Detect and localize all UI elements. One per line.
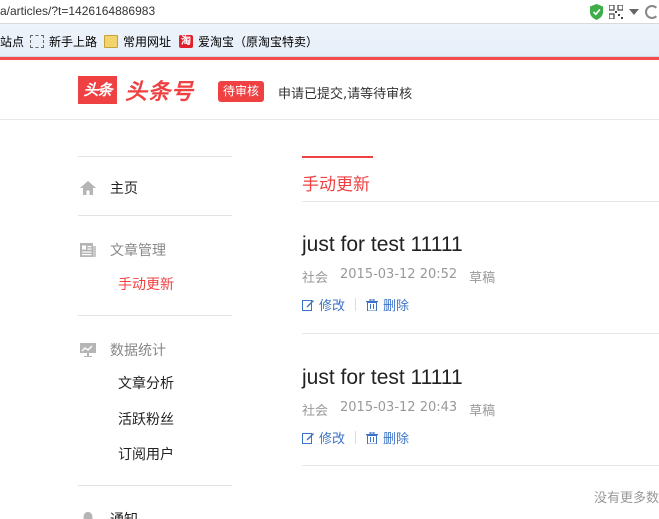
sidebar-section-label: 文章管理	[110, 243, 166, 259]
tab-underline	[302, 201, 659, 202]
refresh-icon[interactable]	[645, 5, 659, 19]
status-message: 申请已提交,请等待审核	[278, 87, 413, 102]
trash-icon	[366, 298, 379, 311]
article-datetime: 2015-03-12 20:43	[340, 400, 458, 415]
bookmark-aitaobao[interactable]: 淘 爱淘宝（原淘宝特卖）	[179, 33, 318, 49]
status-badge: 待审核	[218, 81, 265, 102]
article-datetime: 2015-03-12 20:52	[340, 267, 458, 282]
edit-label: 修改	[319, 432, 346, 447]
bookmark-label: 新手上路	[49, 34, 98, 49]
sidebar-section-articles: 文章管理	[80, 240, 166, 260]
article-meta: 社会 2015-03-12 20:52 草稿	[302, 267, 659, 286]
address-bar[interactable]: a/articles/?t=1426164886983	[0, 0, 659, 24]
bookmark-label: 爱淘宝（原淘宝特卖）	[198, 34, 319, 49]
edit-button[interactable]: 修改	[302, 295, 345, 314]
dotted-page-icon	[30, 34, 44, 48]
trash-icon	[366, 431, 379, 444]
sidebar-divider	[78, 156, 232, 157]
sidebar-divider	[78, 485, 232, 486]
delete-button[interactable]: 删除	[366, 295, 409, 314]
action-separator	[355, 431, 357, 444]
bookmark-getting-started[interactable]: 新手上路	[30, 33, 97, 49]
sidebar-item-home[interactable]: 主页	[80, 178, 138, 198]
article-actions: 修改 删除	[302, 428, 659, 447]
article-status: 草稿	[469, 271, 496, 286]
stats-icon	[80, 343, 96, 357]
taobao-icon: 淘	[179, 34, 193, 48]
no-more-notice: 没有更多数	[594, 491, 659, 506]
article-item: just for test 11111 社会 2015-03-12 20:52 …	[302, 233, 659, 314]
url-text[interactable]: a/articles/?t=1426164886983	[0, 4, 155, 18]
edit-button[interactable]: 修改	[302, 428, 345, 447]
bookmarks-bar: 站点 新手上路 常用网址 淘 爱淘宝（原淘宝特卖）	[0, 24, 659, 57]
article-divider	[302, 333, 659, 334]
address-bar-icons	[590, 3, 659, 21]
sidebar-item-subscribers[interactable]: 订阅用户	[118, 444, 174, 464]
tab-manual-update[interactable]: 手动更新	[302, 170, 370, 195]
article-icon	[80, 243, 96, 257]
delete-label: 删除	[383, 432, 410, 447]
article-meta: 社会 2015-03-12 20:43 草稿	[302, 400, 659, 419]
action-separator	[355, 298, 357, 311]
sidebar-section-label: 通知	[110, 509, 138, 519]
bookmark-common-sites[interactable]: 常用网址	[104, 33, 171, 49]
sidebar-item-article-analysis[interactable]: 文章分析	[118, 373, 174, 393]
article-category: 社会	[302, 404, 329, 419]
bookmark-sites[interactable]: 站点	[0, 33, 24, 49]
qr-code-icon[interactable]	[609, 5, 623, 19]
sidebar-item-active-fans[interactable]: 活跃粉丝	[118, 409, 174, 429]
bookmark-label: 常用网址	[123, 34, 172, 49]
article-divider	[302, 465, 659, 466]
tab-active-indicator	[302, 156, 373, 158]
site-header: 头条 头条号 待审核 申请已提交,请等待审核	[0, 60, 659, 120]
dropdown-arrow-icon[interactable]	[629, 9, 639, 15]
edit-label: 修改	[319, 299, 346, 314]
logo-mark[interactable]: 头条	[78, 76, 117, 104]
folder-icon	[104, 34, 118, 48]
article-category: 社会	[302, 271, 329, 286]
delete-label: 删除	[383, 299, 410, 314]
sidebar-section-notices: 通知	[80, 509, 138, 519]
edit-icon	[302, 432, 314, 444]
security-shield-icon[interactable]	[590, 4, 603, 20]
edit-icon	[302, 299, 314, 311]
article-item: just for test 11111 社会 2015-03-12 20:43 …	[302, 366, 659, 447]
sidebar-divider	[78, 315, 232, 316]
sidebar-section-label: 数据统计	[110, 343, 166, 359]
bookmark-label: 站点	[0, 34, 25, 49]
sidebar-section-stats: 数据统计	[80, 340, 166, 360]
home-icon	[80, 181, 96, 195]
logo-text[interactable]: 头条号	[125, 74, 194, 106]
bell-icon	[80, 512, 96, 519]
article-actions: 修改 删除	[302, 295, 659, 314]
delete-button[interactable]: 删除	[366, 428, 409, 447]
sidebar-item-manual-update[interactable]: 手动更新	[118, 274, 174, 294]
article-title[interactable]: just for test 11111	[302, 366, 659, 390]
sidebar-divider	[78, 215, 232, 216]
sidebar-item-label: 主页	[110, 181, 138, 197]
article-status: 草稿	[469, 404, 496, 419]
article-title[interactable]: just for test 11111	[302, 233, 659, 257]
